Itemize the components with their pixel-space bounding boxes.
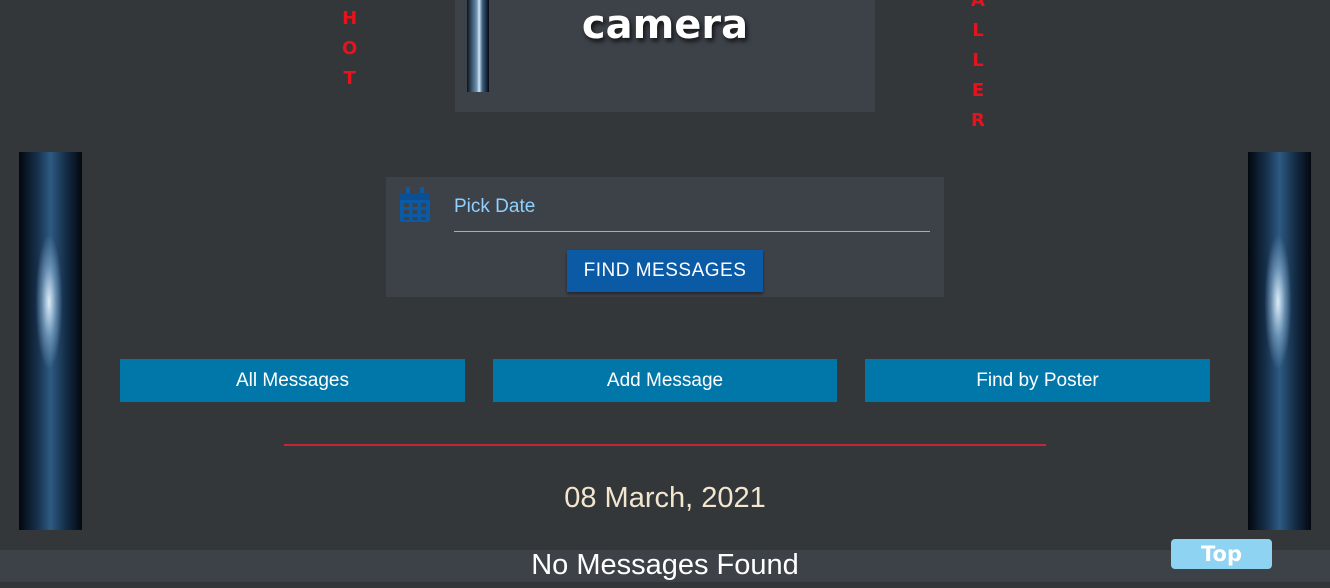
all-messages-button[interactable]: All Messages [120,359,465,402]
add-message-button[interactable]: Add Message [493,359,837,402]
vertical-letter: O [342,38,358,59]
find-by-poster-button[interactable]: Find by Poster [865,359,1210,402]
selected-date-heading: 08 March, 2021 [564,482,766,514]
back-to-top-button[interactable]: Top [1171,539,1272,569]
vertical-letter: A [971,0,985,11]
divider [284,444,1046,446]
find-messages-button[interactable]: FIND MESSAGES [567,250,763,292]
pick-date-underline [454,231,930,232]
pick-date-field[interactable]: Pick Date [454,196,535,218]
page-title: camera [581,2,749,48]
calendar-icon[interactable] [398,186,432,228]
vertical-letter: H [342,8,358,29]
vertical-letter: L [972,50,984,71]
side-image-right [1248,152,1311,530]
vertical-letter: T [343,68,356,89]
vertical-word-right: A L L E R [971,0,985,136]
no-messages-text: No Messages Found [531,549,799,581]
date-picker-panel: Pick Date FIND MESSAGES [386,177,944,297]
vertical-word-left: H O T [342,4,357,94]
vertical-letter: E [971,80,985,101]
side-image-left [19,152,82,530]
vertical-letter: L [972,20,984,41]
vertical-letter: R [971,110,985,131]
title-panel: camera [455,0,875,112]
